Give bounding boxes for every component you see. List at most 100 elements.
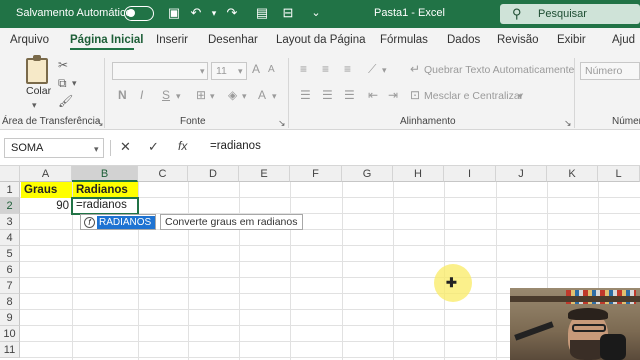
font-launcher-icon[interactable]: ↘ [278, 116, 286, 130]
cell-b1[interactable]: Radianos [73, 182, 138, 198]
merge-dropdown-icon[interactable]: ▾ [518, 89, 523, 103]
wrap-text-icon[interactable]: ↵ [410, 62, 420, 76]
undo-dropdown-icon[interactable]: ▾ [206, 5, 222, 21]
column-header[interactable]: L [598, 166, 640, 182]
autocomplete-item[interactable]: f RADIANOS [80, 214, 156, 230]
tab-exibir[interactable]: Exibir [557, 34, 586, 46]
bold-button[interactable]: N [118, 88, 127, 102]
paste-dropdown-icon[interactable]: ▾ [32, 98, 37, 112]
font-name-box[interactable] [112, 62, 208, 80]
decrease-indent-icon[interactable]: ⇤ [368, 88, 378, 102]
cell-a2[interactable]: 90 [21, 198, 72, 214]
underline-button[interactable]: S [162, 88, 170, 102]
grid-line [239, 182, 240, 360]
align-bottom-icon[interactable]: ≡ [344, 62, 351, 76]
autosave-toggle[interactable] [124, 6, 154, 21]
wrap-text-button[interactable]: Quebrar Texto Automaticamente [424, 64, 574, 76]
tab-formulas[interactable]: Fórmulas [380, 34, 428, 46]
tab-pagina-inicial[interactable]: Página Inicial [70, 34, 144, 46]
fill-color-icon[interactable]: ◈ [228, 88, 237, 102]
column-header[interactable]: E [239, 166, 290, 182]
grow-font-icon[interactable]: A [252, 62, 260, 76]
select-all-corner[interactable] [0, 166, 20, 182]
paste-icon[interactable] [26, 55, 48, 84]
enter-icon[interactable]: ✓ [148, 139, 159, 155]
tab-desenhar[interactable]: Desenhar [208, 34, 258, 46]
group-separator [574, 58, 575, 128]
tab-ajuda[interactable]: Ajud [612, 34, 635, 46]
row-header[interactable]: 4 [0, 230, 20, 246]
font-color-icon[interactable]: A [258, 88, 266, 102]
column-header[interactable]: A [20, 166, 72, 182]
copy-icon[interactable]: ⧉ [58, 76, 67, 90]
row-header[interactable]: 5 [0, 246, 20, 262]
cancel-icon[interactable]: ✕ [120, 139, 131, 155]
number-format-box[interactable]: Número [580, 62, 640, 80]
undo-icon[interactable]: ↶ [188, 5, 204, 21]
column-header[interactable]: J [496, 166, 547, 182]
paste-label[interactable]: Colar [26, 85, 51, 97]
underline-dropdown-icon[interactable]: ▾ [176, 89, 181, 103]
row-header[interactable]: 3 [0, 214, 20, 230]
cell-b2-active[interactable]: =radianos [71, 197, 139, 215]
print-preview-icon[interactable]: ▤ [254, 5, 270, 21]
formula-input[interactable]: =radianos [210, 140, 261, 152]
save-icon[interactable]: ▣ [166, 5, 182, 21]
shelf-image [510, 296, 640, 302]
fill-color-dropdown-icon[interactable]: ▾ [242, 89, 247, 103]
align-middle-icon[interactable]: ≡ [322, 62, 329, 76]
merge-center-icon[interactable]: ⊡ [410, 88, 420, 102]
form-icon[interactable]: ⊟ [280, 5, 296, 21]
redo-icon[interactable]: ↷ [224, 5, 240, 21]
group-label-number: Númer [612, 116, 640, 127]
tab-dados[interactable]: Dados [447, 34, 480, 46]
row-header[interactable]: 1 [0, 182, 20, 198]
borders-dropdown-icon[interactable]: ▾ [210, 89, 215, 103]
column-header[interactable]: F [290, 166, 342, 182]
italic-button[interactable]: I [140, 88, 143, 102]
orientation-icon[interactable]: ⟋ [368, 62, 376, 76]
borders-icon[interactable]: ⊞ [196, 88, 206, 102]
row-header[interactable]: 11 [0, 342, 20, 358]
align-right-icon[interactable]: ☰ [344, 88, 355, 102]
align-top-icon[interactable]: ≡ [300, 62, 307, 76]
row-header[interactable]: 2 [0, 198, 20, 214]
orientation-dropdown-icon[interactable]: ▾ [382, 63, 387, 77]
column-header[interactable]: K [547, 166, 598, 182]
tab-inserir[interactable]: Inserir [156, 34, 188, 46]
merge-center-button[interactable]: Mesclar e Centralizar [424, 90, 523, 102]
tab-revisao[interactable]: Revisão [497, 34, 539, 46]
tab-arquivo[interactable]: Arquivo [10, 34, 49, 46]
font-color-dropdown-icon[interactable]: ▾ [272, 89, 277, 103]
name-box-dropdown-icon[interactable]: ▾ [94, 142, 99, 156]
shrink-font-icon[interactable]: A [268, 63, 275, 77]
increase-indent-icon[interactable]: ⇥ [388, 88, 398, 102]
row-header[interactable]: 8 [0, 294, 20, 310]
tab-layout[interactable]: Layout da Página [276, 34, 366, 46]
row-header[interactable]: 10 [0, 326, 20, 342]
row-header[interactable]: 7 [0, 278, 20, 294]
column-header[interactable]: B [72, 166, 138, 182]
align-center-icon[interactable]: ☰ [322, 88, 333, 102]
align-left-icon[interactable]: ☰ [300, 88, 311, 102]
row-header[interactable]: 9 [0, 310, 20, 326]
active-tab-indicator [70, 48, 134, 50]
row-header[interactable]: 6 [0, 262, 20, 278]
column-header[interactable]: C [138, 166, 188, 182]
clipboard-launcher-icon[interactable]: ↘ [96, 116, 104, 130]
column-header[interactable]: G [342, 166, 393, 182]
font-dropdown-icon[interactable]: ▾ [200, 64, 205, 78]
cut-icon[interactable]: ✂ [58, 58, 68, 72]
column-header[interactable]: I [444, 166, 496, 182]
column-header[interactable]: D [188, 166, 239, 182]
font-size-dropdown-icon[interactable]: ▾ [238, 64, 243, 78]
column-header[interactable]: H [393, 166, 444, 182]
copy-dropdown-icon[interactable]: ▾ [72, 76, 77, 90]
cell-a1[interactable]: Graus [21, 182, 72, 198]
customize-toolbar-icon[interactable]: ⌄ [308, 5, 324, 21]
search-box[interactable]: ⚲ Pesquisar [500, 4, 640, 24]
format-painter-icon[interactable]: 🖌 [58, 94, 73, 108]
alignment-launcher-icon[interactable]: ↘ [564, 116, 572, 130]
name-box[interactable]: SOMA [4, 138, 104, 158]
insert-function-icon[interactable]: fx [178, 139, 187, 153]
